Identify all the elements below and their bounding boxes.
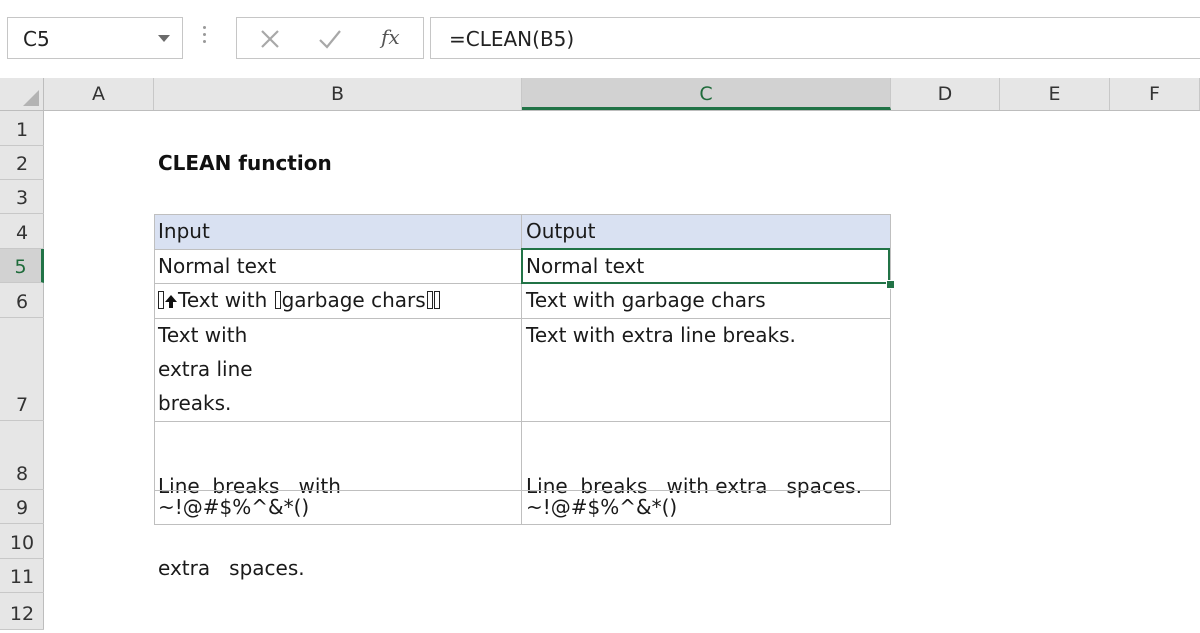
arrow-up-icon: [165, 295, 177, 308]
table-row-output-cell[interactable]: Text with garbage chars: [522, 283, 891, 318]
table-row-output-cell[interactable]: Text with extra line breaks.: [522, 318, 891, 421]
name-box[interactable]: C5: [7, 17, 183, 59]
row-header-8[interactable]: 8: [0, 421, 44, 490]
column-header-e[interactable]: E: [1000, 78, 1110, 110]
unprintable-char-box-icon: [274, 291, 281, 309]
row-header-10[interactable]: 10: [0, 524, 44, 559]
row-header-4[interactable]: 4: [0, 214, 44, 249]
column-header-a[interactable]: A: [44, 78, 154, 110]
row-header-12[interactable]: 12: [0, 593, 44, 630]
insert-function-button[interactable]: fx: [377, 24, 407, 54]
drag-handle-icon[interactable]: [203, 26, 207, 50]
row-header-11[interactable]: 11: [0, 559, 44, 593]
table-border: [154, 318, 891, 319]
table-row-output-cell[interactable]: Line breaks with extra spaces.: [522, 421, 891, 498]
active-cell-selection[interactable]: [521, 248, 890, 284]
worksheet-grid[interactable]: CLEAN function Input Output Normal text …: [44, 111, 1200, 630]
fx-icon: fx: [381, 25, 400, 49]
formula-input[interactable]: =CLEAN(B5): [430, 17, 1200, 59]
table-row-input-cell[interactable]: Normal text: [154, 249, 522, 283]
select-all-button[interactable]: [0, 78, 44, 110]
row-header-1[interactable]: 1: [0, 111, 44, 146]
table-header-input[interactable]: Input: [154, 214, 522, 249]
column-header-b[interactable]: B: [154, 78, 522, 110]
table-header-input-label: Input: [158, 219, 210, 243]
row-header-column: 1 2 3 4 5 6 7 8 9 10 11 12: [0, 111, 44, 630]
chevron-down-icon[interactable]: [158, 35, 170, 42]
table-row-output-cell[interactable]: ~!@#$%^&*(): [522, 490, 891, 524]
table-header-output-label: Output: [526, 219, 596, 243]
table-row-input-cell[interactable]: Text with garbage chars: [154, 283, 522, 318]
input-text-part: Text with: [178, 288, 274, 312]
input-text-part: garbage chars: [281, 288, 426, 312]
table-border: [154, 421, 891, 422]
row-header-7[interactable]: 7: [0, 318, 44, 421]
row-header-3[interactable]: 3: [0, 180, 44, 214]
fill-handle[interactable]: [886, 280, 895, 289]
close-icon: [261, 30, 279, 48]
row-header-5[interactable]: 5: [0, 249, 44, 283]
row-header-2[interactable]: 2: [0, 146, 44, 180]
row-header-9[interactable]: 9: [0, 490, 44, 524]
cancel-button[interactable]: [255, 24, 285, 54]
table-row-input-cell[interactable]: Line breaks with extra spaces.: [154, 421, 522, 580]
table-row-input-cell[interactable]: ~!@#$%^&*(): [154, 490, 522, 524]
row-header-6[interactable]: 6: [0, 283, 44, 318]
table-row-input-cell[interactable]: Text with extra line breaks.: [154, 318, 522, 421]
sheet-title: CLEAN function: [158, 151, 332, 175]
formula-bar: C5 fx =CLEAN(B5): [0, 0, 1200, 78]
unprintable-char-box-icon: [426, 291, 440, 309]
table-border: [890, 214, 891, 524]
table-border: [154, 490, 891, 491]
table-header-output[interactable]: Output: [522, 214, 891, 249]
select-all-triangle-icon: [23, 90, 39, 106]
formula-buttons: fx: [236, 17, 424, 59]
name-box-value: C5: [23, 27, 50, 51]
table-border: [154, 214, 155, 524]
table-border: [154, 214, 891, 215]
formula-text: =CLEAN(B5): [449, 27, 575, 51]
column-header-f[interactable]: F: [1110, 78, 1200, 110]
table-border: [154, 524, 891, 525]
enter-button[interactable]: [315, 24, 345, 54]
checkmark-icon: [319, 30, 341, 49]
column-header-row: A B C D E F: [0, 78, 1200, 111]
column-header-c[interactable]: C: [522, 78, 891, 110]
column-header-d[interactable]: D: [891, 78, 1000, 110]
